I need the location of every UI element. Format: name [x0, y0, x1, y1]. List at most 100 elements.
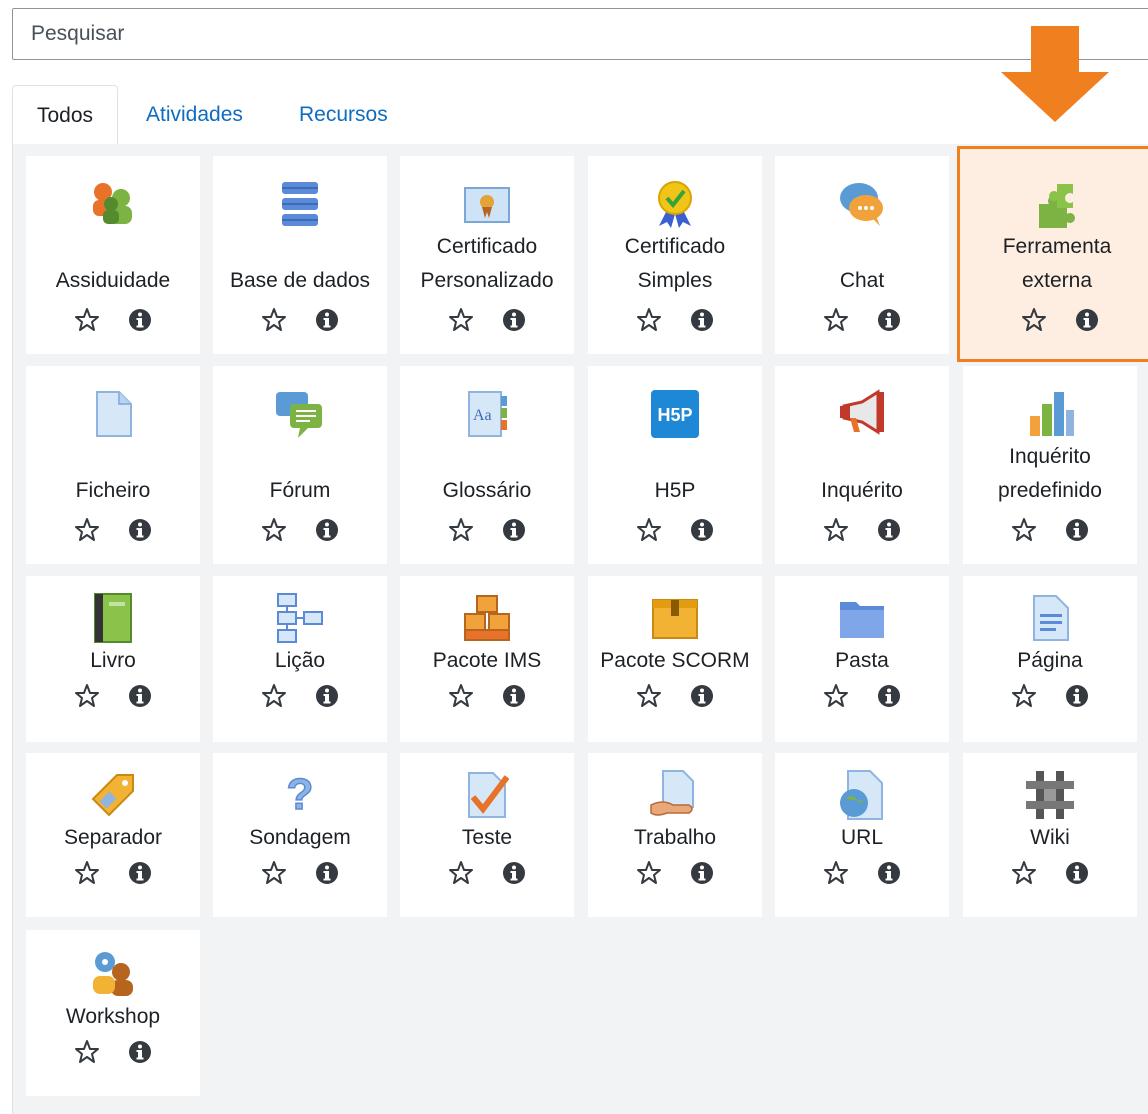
info-icon[interactable]	[875, 682, 903, 710]
module-tile[interactable]: Separador	[26, 753, 200, 917]
module-tile[interactable]: ? Sondagem	[213, 753, 387, 917]
svg-text:Aa: Aa	[473, 407, 492, 424]
star-icon[interactable]	[260, 859, 288, 887]
star-icon[interactable]	[635, 682, 663, 710]
info-icon[interactable]	[126, 1038, 154, 1066]
module-tile[interactable]: Certificado Simples	[588, 156, 762, 354]
star-icon[interactable]	[1010, 682, 1038, 710]
info-icon[interactable]	[875, 859, 903, 887]
module-tile[interactable]: Ficheiro	[26, 366, 200, 564]
info-icon[interactable]	[1063, 859, 1091, 887]
module-name-line: predefinido	[998, 479, 1102, 502]
info-icon[interactable]	[688, 682, 716, 710]
module-tile[interactable]: Ferramenta externa	[957, 146, 1148, 362]
info-icon[interactable]	[126, 859, 154, 887]
module-actions	[213, 306, 387, 336]
star-icon[interactable]	[1020, 306, 1048, 334]
star-icon[interactable]	[822, 516, 850, 544]
module-tile[interactable]: Certificado Personalizado	[400, 156, 574, 354]
star-icon[interactable]	[447, 859, 475, 887]
module-name: Certificado Simples	[588, 230, 762, 298]
module-tile[interactable]: Chat	[775, 156, 949, 354]
star-icon[interactable]	[822, 859, 850, 887]
folder-icon	[836, 592, 888, 644]
info-icon[interactable]	[1063, 682, 1091, 710]
star-icon[interactable]	[1010, 859, 1038, 887]
star-icon[interactable]	[73, 516, 101, 544]
info-icon[interactable]	[126, 306, 154, 334]
module-actions	[775, 682, 949, 712]
info-icon[interactable]	[126, 682, 154, 710]
info-icon[interactable]	[313, 682, 341, 710]
info-icon[interactable]	[313, 859, 341, 887]
module-name-line: Certificado	[624, 235, 726, 258]
info-icon[interactable]	[875, 306, 903, 334]
star-icon[interactable]	[260, 682, 288, 710]
tab-atividades[interactable]: Atividades	[122, 85, 267, 145]
info-icon[interactable]	[1073, 306, 1101, 334]
module-tile[interactable]: Base de dados	[213, 156, 387, 354]
module-name: Página	[1017, 649, 1083, 672]
module-tile[interactable]: Inquérito	[775, 366, 949, 564]
star-icon[interactable]	[635, 516, 663, 544]
module-tile[interactable]: URL	[775, 753, 949, 917]
info-icon[interactable]	[688, 306, 716, 334]
module-tile[interactable]: Fórum	[213, 366, 387, 564]
module-tile[interactable]: Workshop	[26, 930, 200, 1096]
module-tile[interactable]: Trabalho	[588, 753, 762, 917]
module-tile[interactable]: Página	[963, 576, 1137, 742]
info-icon[interactable]	[500, 306, 528, 334]
info-icon[interactable]	[875, 516, 903, 544]
module-tile[interactable]: Teste	[400, 753, 574, 917]
search-field[interactable]	[12, 8, 1148, 60]
info-icon[interactable]	[313, 306, 341, 334]
module-name: Livro	[90, 649, 136, 672]
ims-package-icon	[461, 592, 513, 644]
module-tile[interactable]: Aa Glossário	[400, 366, 574, 564]
star-icon[interactable]	[447, 516, 475, 544]
info-icon[interactable]	[500, 682, 528, 710]
bar-chart-icon	[1024, 388, 1076, 440]
module-actions	[963, 682, 1137, 712]
module-name: Workshop	[65, 1005, 161, 1028]
module-tile[interactable]: Livro	[26, 576, 200, 742]
module-tile[interactable]: Wiki	[963, 753, 1137, 917]
star-icon[interactable]	[635, 859, 663, 887]
tab-bar: Todos Atividades Recursos	[12, 85, 1148, 146]
module-tile[interactable]: Assiduidade	[26, 156, 200, 354]
info-icon[interactable]	[126, 516, 154, 544]
info-icon[interactable]	[500, 516, 528, 544]
star-icon[interactable]	[447, 306, 475, 334]
star-icon[interactable]	[73, 1038, 101, 1066]
star-icon[interactable]	[73, 682, 101, 710]
star-icon[interactable]	[260, 516, 288, 544]
scorm-package-icon	[649, 592, 701, 644]
star-icon[interactable]	[73, 306, 101, 334]
tab-todos[interactable]: Todos	[12, 85, 119, 146]
info-icon[interactable]	[688, 859, 716, 887]
attendance-icon	[87, 178, 139, 230]
module-tile[interactable]: Pacote IMS	[400, 576, 574, 742]
star-icon[interactable]	[822, 682, 850, 710]
info-icon[interactable]	[688, 516, 716, 544]
module-tile[interactable]: H5P H5P	[588, 366, 762, 564]
module-tile[interactable]: Pasta	[775, 576, 949, 742]
tab-recursos[interactable]: Recursos	[275, 85, 412, 145]
star-icon[interactable]	[1010, 516, 1038, 544]
module-actions	[26, 516, 200, 546]
star-icon[interactable]	[73, 859, 101, 887]
search-input[interactable]	[13, 9, 1148, 59]
module-actions	[588, 859, 762, 889]
info-icon[interactable]	[500, 859, 528, 887]
module-tile[interactable]: Lição	[213, 576, 387, 742]
info-icon[interactable]	[1063, 516, 1091, 544]
info-icon[interactable]	[313, 516, 341, 544]
star-icon[interactable]	[447, 682, 475, 710]
module-tile[interactable]: Pacote SCORM	[588, 576, 762, 742]
module-tile[interactable]: Inquérito predefinido	[963, 366, 1137, 564]
star-icon[interactable]	[635, 306, 663, 334]
simple-certificate-icon	[649, 178, 701, 230]
star-icon[interactable]	[260, 306, 288, 334]
star-icon[interactable]	[822, 306, 850, 334]
workshop-icon	[87, 948, 139, 1000]
